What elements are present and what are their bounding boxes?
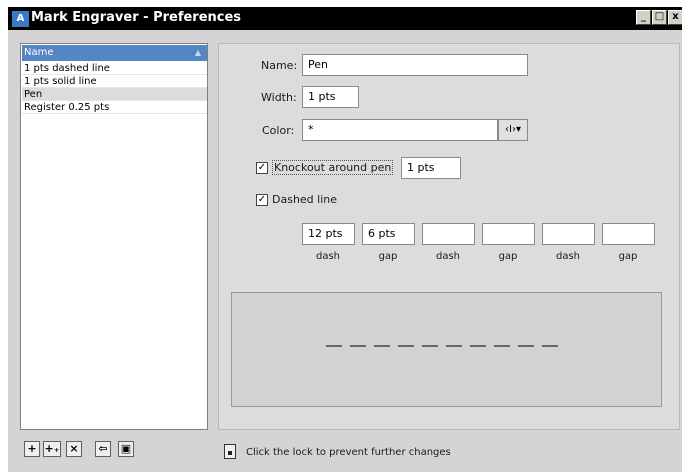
dashed-line-preview — [326, 345, 558, 347]
list-header-label: Name — [24, 47, 54, 58]
dashed-line-checkbox[interactable]: ✓ — [256, 194, 268, 206]
app-icon: A — [12, 11, 29, 27]
gap-label-1: gap — [378, 251, 398, 262]
color-picker-icon: ‹I› — [505, 124, 516, 135]
lock-icon[interactable] — [224, 444, 236, 459]
dashed-line-label[interactable]: Dashed line — [272, 193, 337, 206]
list-item[interactable]: 1 pts solid line — [22, 75, 207, 88]
minimize-button[interactable]: _ — [636, 10, 651, 25]
list-header-name[interactable]: Name ▲ — [22, 45, 207, 61]
knockout-checkbox[interactable]: ✓ — [256, 162, 268, 174]
window-title: Mark Engraver - Preferences — [31, 10, 242, 25]
gap-field-1[interactable]: 6 pts — [362, 223, 415, 245]
dash-label-2: dash — [435, 251, 461, 262]
import-button[interactable]: ⇦ — [95, 441, 111, 457]
maximize-button[interactable]: □ — [652, 10, 667, 25]
chevron-down-icon: ▾ — [515, 124, 521, 135]
name-label: Name: — [261, 59, 298, 72]
dash-label-3: dash — [555, 251, 581, 262]
knockout-label[interactable]: Knockout around pen — [272, 160, 394, 175]
width-field[interactable]: 1 pts — [302, 86, 359, 108]
pen-list[interactable]: Name ▲ 1 pts dashed line 1 pts solid lin… — [20, 43, 208, 430]
list-item[interactable]: 1 pts dashed line — [22, 62, 207, 75]
color-field[interactable]: * — [302, 119, 498, 141]
delete-pen-button[interactable]: × — [66, 441, 82, 457]
dash-label-1: dash — [315, 251, 341, 262]
add-pen-button[interactable]: + — [24, 441, 40, 457]
title-bar: A Mark Engraver - Preferences _ □ x — [0, 0, 682, 33]
gap-label-2: gap — [498, 251, 518, 262]
gap-field-2[interactable] — [482, 223, 535, 245]
duplicate-pen-button[interactable]: +₊ — [43, 441, 61, 457]
gap-field-3[interactable] — [602, 223, 655, 245]
save-button[interactable]: ▣ — [118, 441, 134, 457]
gap-label-3: gap — [618, 251, 638, 262]
dash-field-3[interactable] — [542, 223, 595, 245]
width-label: Width: — [261, 91, 297, 104]
color-picker-button[interactable]: ‹I›▾ — [498, 119, 528, 141]
list-item[interactable]: Register 0.25 pts — [22, 101, 207, 114]
dash-field-2[interactable] — [422, 223, 475, 245]
dash-field-1[interactable]: 12 pts — [302, 223, 355, 245]
close-button[interactable]: x — [668, 10, 682, 25]
sort-arrow-icon: ▲ — [194, 48, 201, 57]
lock-hint-text: Click the lock to prevent further change… — [246, 447, 451, 458]
color-label: Color: — [262, 124, 295, 137]
knockout-width-field[interactable]: 1 pts — [401, 157, 461, 179]
line-preview — [231, 292, 662, 407]
list-item[interactable]: Pen — [22, 88, 207, 101]
name-field[interactable]: Pen — [302, 54, 528, 76]
